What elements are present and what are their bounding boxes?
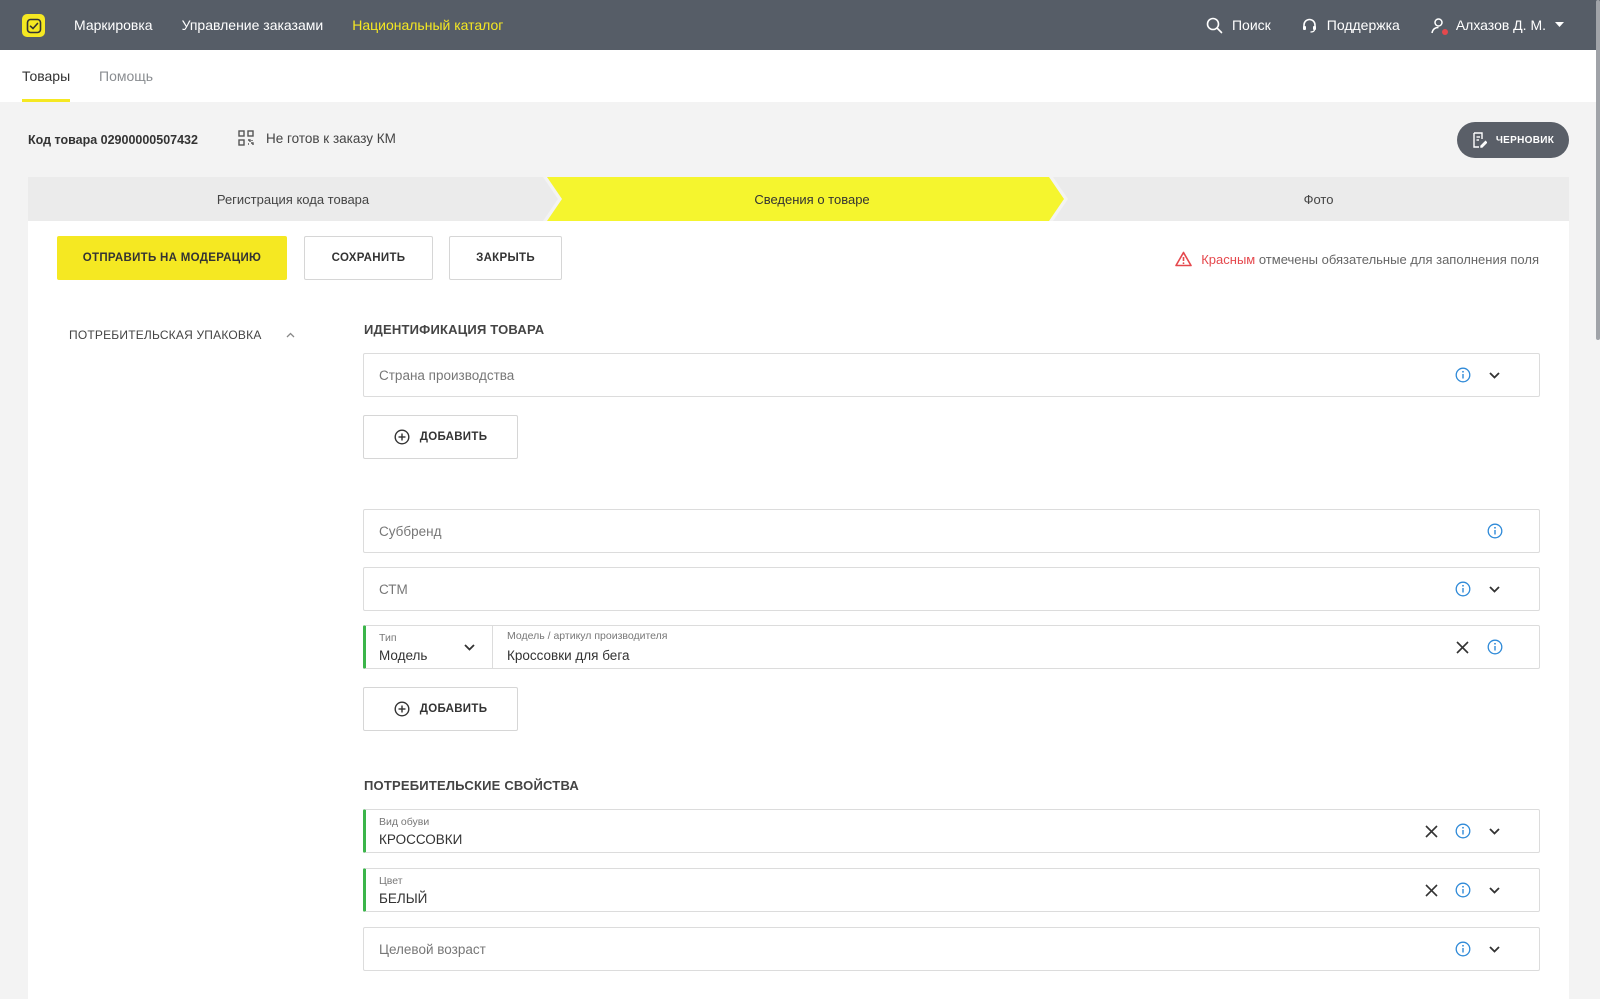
plus-circle-icon (394, 429, 410, 445)
step-photo[interactable]: Фото (1068, 177, 1569, 221)
model-article-field[interactable]: Тип Модель Модель / артикул производител… (363, 625, 1540, 669)
country-field[interactable]: Страна производства (363, 353, 1540, 397)
chevron-down-icon[interactable] (1485, 580, 1503, 598)
sidebar-section-consumer-package[interactable]: ПОТРЕБИТЕЛЬСКАЯ УПАКОВКА (69, 328, 295, 342)
top-navigation-bar: Маркировка Управление заказами Националь… (0, 0, 1600, 50)
chevron-up-icon (286, 332, 294, 338)
color-label: Цвет (379, 875, 403, 887)
add-country-button[interactable]: ДОБАВИТЬ (363, 415, 518, 459)
search-label: Поиск (1231, 17, 1271, 33)
subbrand-placeholder: Суббренд (379, 523, 442, 539)
section-title-consumer-properties: ПОТРЕБИТЕЛЬСКИЕ СВОЙСТВА (364, 778, 579, 793)
model-label: Модель / артикул производителя (507, 630, 668, 642)
type-select[interactable]: Тип Модель (366, 626, 493, 668)
target-age-field[interactable]: Целевой возраст (363, 927, 1540, 971)
search-button[interactable]: Поиск (1206, 17, 1271, 34)
page-scrollbar[interactable] (1596, 0, 1600, 340)
progress-stepper: Регистрация кода товара Сведения о товар… (28, 177, 1569, 221)
country-placeholder: Страна производства (379, 367, 515, 383)
support-label: Поддержка (1326, 17, 1400, 33)
stm-field[interactable]: СТМ (363, 567, 1540, 611)
clear-icon[interactable] (1453, 638, 1471, 656)
nav-marking[interactable]: Маркировка (74, 17, 153, 33)
required-note-red: Красным (1201, 251, 1256, 267)
target-age-placeholder: Целевой возраст (379, 941, 486, 957)
status-text: Не готов к заказу КМ (266, 130, 396, 146)
save-button[interactable]: СОХРАНИТЬ (304, 236, 433, 280)
info-icon[interactable] (1486, 522, 1504, 540)
search-icon (1206, 17, 1223, 33)
section-title-identification: ИДЕНТИФИКАЦИЯ ТОВАРА (364, 322, 545, 337)
user-name: Алхазов Д. М. (1455, 17, 1546, 33)
product-form-panel: ОТПРАВИТЬ НА МОДЕРАЦИЮ СОХРАНИТЬ ЗАКРЫТЬ… (28, 221, 1569, 999)
chevron-down-icon[interactable] (1485, 366, 1503, 384)
stm-placeholder: СТМ (379, 581, 408, 597)
shoe-type-label: Вид обуви (379, 816, 430, 828)
required-fields-note: Красным отмечены обязательные для заполн… (1175, 251, 1539, 267)
info-icon[interactable] (1454, 940, 1472, 958)
notification-dot (1441, 28, 1448, 35)
step-product-info[interactable]: Сведения о товаре (562, 177, 1062, 221)
document-edit-icon (1473, 132, 1487, 148)
warning-icon (1175, 251, 1193, 267)
tab-products[interactable]: Товары (22, 50, 71, 102)
caret-down-icon (1555, 22, 1564, 27)
color-field[interactable]: Цвет БЕЛЫЙ (363, 868, 1540, 912)
type-value: Модель (379, 648, 428, 663)
info-icon[interactable] (1454, 881, 1472, 899)
color-value: БЕЛЫЙ (379, 891, 428, 906)
info-icon[interactable] (1454, 580, 1472, 598)
chevron-down-icon[interactable] (460, 638, 478, 656)
clear-icon[interactable] (1422, 822, 1440, 840)
headset-icon (1302, 18, 1316, 33)
chevron-down-icon[interactable] (1485, 822, 1503, 840)
qr-code-icon (238, 130, 254, 146)
draft-status-button[interactable]: ЧЕРНОВИК (1457, 122, 1569, 158)
submit-moderation-button[interactable]: ОТПРАВИТЬ НА МОДЕРАЦИЮ (57, 236, 287, 280)
clear-icon[interactable] (1422, 881, 1440, 899)
model-value[interactable]: Кроссовки для бега (507, 648, 629, 663)
app-logo-icon[interactable] (22, 14, 45, 37)
add-model-button[interactable]: ДОБАВИТЬ (363, 687, 518, 731)
chevron-down-icon[interactable] (1485, 940, 1503, 958)
info-icon[interactable] (1454, 366, 1472, 384)
plus-circle-icon (394, 701, 410, 717)
sub-navigation: Товары Помощь (0, 50, 1600, 102)
info-icon[interactable] (1486, 638, 1504, 656)
nav-order-management[interactable]: Управление заказами (182, 17, 324, 33)
required-note-text: отмечены обязательные для заполнения пол… (1258, 251, 1539, 267)
product-status: Не готов к заказу КМ (238, 130, 396, 146)
shoe-type-value: КРОССОВКИ (379, 832, 463, 847)
subbrand-field[interactable]: Суббренд (363, 509, 1540, 553)
step-code-registration[interactable]: Регистрация кода товара (28, 177, 558, 221)
shoe-type-field[interactable]: Вид обуви КРОССОВКИ (363, 809, 1540, 853)
chevron-down-icon[interactable] (1485, 881, 1503, 899)
type-label: Тип (379, 632, 397, 644)
nav-national-catalog[interactable]: Национальный каталог (352, 17, 503, 33)
product-code: Код товара 02900000507432 (28, 133, 198, 147)
support-button[interactable]: Поддержка (1301, 17, 1400, 34)
tab-help[interactable]: Помощь (99, 50, 153, 102)
info-icon[interactable] (1454, 822, 1472, 840)
user-menu[interactable]: Алхазов Д. М. (1430, 17, 1564, 35)
close-button[interactable]: ЗАКРЫТЬ (449, 236, 562, 280)
